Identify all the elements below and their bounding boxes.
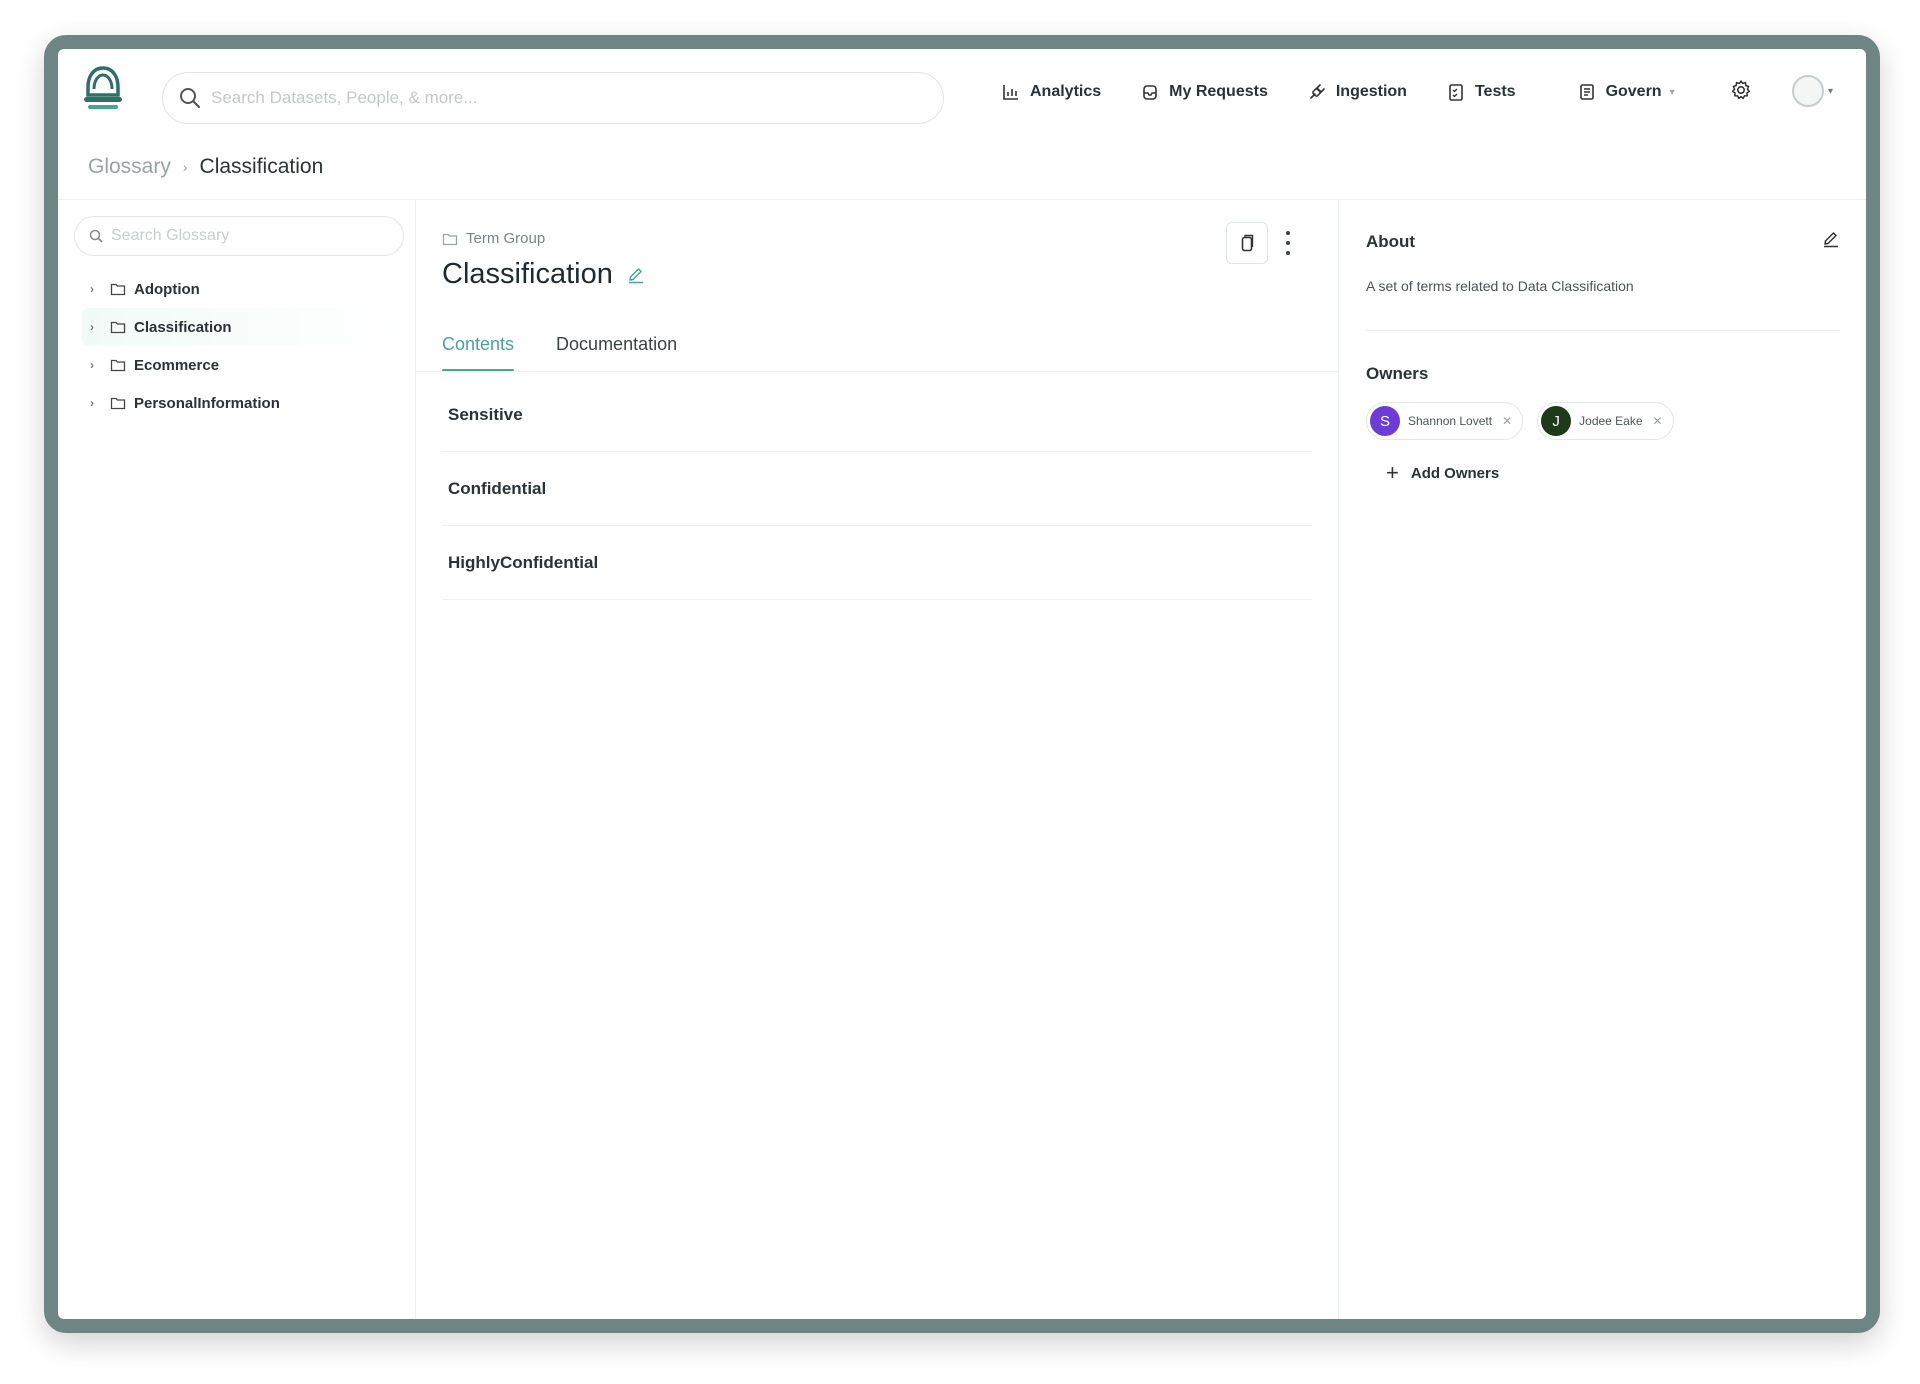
breadcrumb: Glossary › Classification <box>88 147 323 187</box>
about-heading: About <box>1366 232 1416 251</box>
close-icon[interactable]: ✕ <box>1502 414 1512 428</box>
glossary-search[interactable] <box>74 216 404 256</box>
folder-icon <box>110 321 126 334</box>
term-row-sensitive[interactable]: Sensitive <box>442 378 1312 452</box>
user-menu[interactable]: ▾ <box>1792 75 1833 107</box>
checklist-icon <box>1449 84 1463 101</box>
chevron-right-icon[interactable]: › <box>90 320 110 334</box>
owner-name: Shannon Lovett <box>1408 414 1493 428</box>
breadcrumb-current: Classification <box>199 155 324 178</box>
owner-name: Jodee Eake <box>1579 414 1643 428</box>
owners-list: S Shannon Lovett ✕ J Jodee Eake ✕ <box>1366 402 1688 440</box>
chevron-right-icon[interactable]: › <box>90 396 110 410</box>
copy-button[interactable] <box>1226 222 1268 264</box>
term-row-highlyconfidential[interactable]: HighlyConfidential <box>442 526 1312 600</box>
tree-item-classification[interactable]: › Classification <box>82 308 402 346</box>
app-screen: Analytics My Requests Ingestion Tests Go… <box>58 49 1866 1319</box>
tree-item-label: Adoption <box>134 280 200 298</box>
glossary-search-input[interactable] <box>111 227 391 245</box>
bar-chart-icon <box>1003 85 1018 100</box>
nav-analytics-label: Analytics <box>1030 83 1102 100</box>
owners-heading: Owners <box>1366 364 1429 383</box>
avatar: S <box>1370 406 1400 436</box>
about-panel: About A set of terms related to Data Cla… <box>1340 200 1866 1319</box>
add-owners-button[interactable]: + Add Owners <box>1386 460 1499 486</box>
search-icon <box>89 229 103 243</box>
chevron-down-icon: ▾ <box>1669 86 1675 98</box>
tabs: Contents Documentation <box>442 318 1338 372</box>
entity-type-label: Term Group <box>466 230 546 247</box>
folder-icon <box>442 233 458 245</box>
datahub-logo[interactable] <box>80 65 126 115</box>
search-icon <box>180 88 201 109</box>
tree-item-label: Classification <box>134 318 232 336</box>
nav-my-requests-label: My Requests <box>1169 83 1268 100</box>
close-icon[interactable]: ✕ <box>1653 414 1663 428</box>
avatar: J <box>1541 406 1572 436</box>
page-title-row: Classification <box>442 258 645 291</box>
tree-item-personalinformation[interactable]: › PersonalInformation <box>82 384 402 422</box>
tree-item-adoption[interactable]: › Adoption <box>82 270 402 308</box>
tree-item-ecommerce[interactable]: › Ecommerce <box>82 346 402 384</box>
tab-documentation[interactable]: Documentation <box>556 318 677 370</box>
user-avatar <box>1792 75 1824 107</box>
tree-item-label: PersonalInformation <box>134 394 280 412</box>
divider <box>1366 330 1840 331</box>
page-title: Classification <box>442 258 613 290</box>
dot <box>1286 241 1290 245</box>
chevron-right-icon[interactable]: › <box>90 282 110 296</box>
nav-tests-label: Tests <box>1474 83 1516 100</box>
global-search[interactable] <box>162 72 944 124</box>
nav-ingestion[interactable]: Ingestion <box>1308 83 1407 101</box>
nav-analytics[interactable]: Analytics <box>1002 83 1101 101</box>
tab-contents[interactable]: Contents <box>442 318 515 372</box>
tree-item-label: Ecommerce <box>134 356 220 374</box>
nav-govern[interactable]: Govern ▾ <box>1578 83 1675 101</box>
dot <box>1286 251 1290 255</box>
term-row-confidential[interactable]: Confidential <box>442 452 1312 526</box>
term-group-main: Term Group Classification Contents Docum… <box>416 200 1339 1319</box>
add-owners-label: Add Owners <box>1410 464 1500 482</box>
more-options-button[interactable] <box>1278 222 1298 264</box>
divider <box>416 371 1338 372</box>
global-search-input[interactable] <box>211 88 891 108</box>
nav-my-requests[interactable]: My Requests <box>1141 83 1268 101</box>
nav-govern-label: Govern <box>1605 83 1662 100</box>
folder-icon <box>110 283 126 296</box>
copy-icon <box>1241 234 1254 252</box>
inbox-icon <box>1143 85 1157 100</box>
about-description: A set of terms related to Data Classific… <box>1366 278 1634 294</box>
entity-type: Term Group <box>442 230 545 247</box>
chevron-right-icon[interactable]: › <box>90 358 110 372</box>
chevron-right-icon: › <box>182 159 188 175</box>
glossary-sidebar: › Adoption › Classification › Ecommerce … <box>58 200 416 1319</box>
nav-ingestion-label: Ingestion <box>1335 83 1407 100</box>
breadcrumb-glossary[interactable]: Glossary <box>88 155 171 179</box>
book-icon <box>1579 84 1594 100</box>
glossary-tree: › Adoption › Classification › Ecommerce … <box>82 270 402 422</box>
device-frame: Analytics My Requests Ingestion Tests Go… <box>44 35 1880 1333</box>
nav-tests[interactable]: Tests <box>1447 83 1516 101</box>
nav-menu: Analytics My Requests Ingestion Tests Go… <box>1002 49 1715 135</box>
folder-icon <box>110 359 126 372</box>
top-nav: Analytics My Requests Ingestion Tests Go… <box>58 49 1866 135</box>
term-list: Sensitive Confidential HighlyConfidentia… <box>442 378 1312 600</box>
edit-icon[interactable] <box>1822 230 1840 248</box>
dot <box>1286 231 1290 235</box>
plug-icon <box>1310 84 1325 99</box>
owner-chip[interactable]: S Shannon Lovett ✕ <box>1366 402 1524 440</box>
owner-chip[interactable]: J Jodee Eake ✕ <box>1537 402 1674 440</box>
folder-icon <box>110 397 126 410</box>
edit-icon[interactable] <box>627 266 645 284</box>
plus-icon: + <box>1386 460 1399 485</box>
gear-icon[interactable] <box>1730 79 1752 101</box>
chevron-down-icon: ▾ <box>1828 85 1834 97</box>
